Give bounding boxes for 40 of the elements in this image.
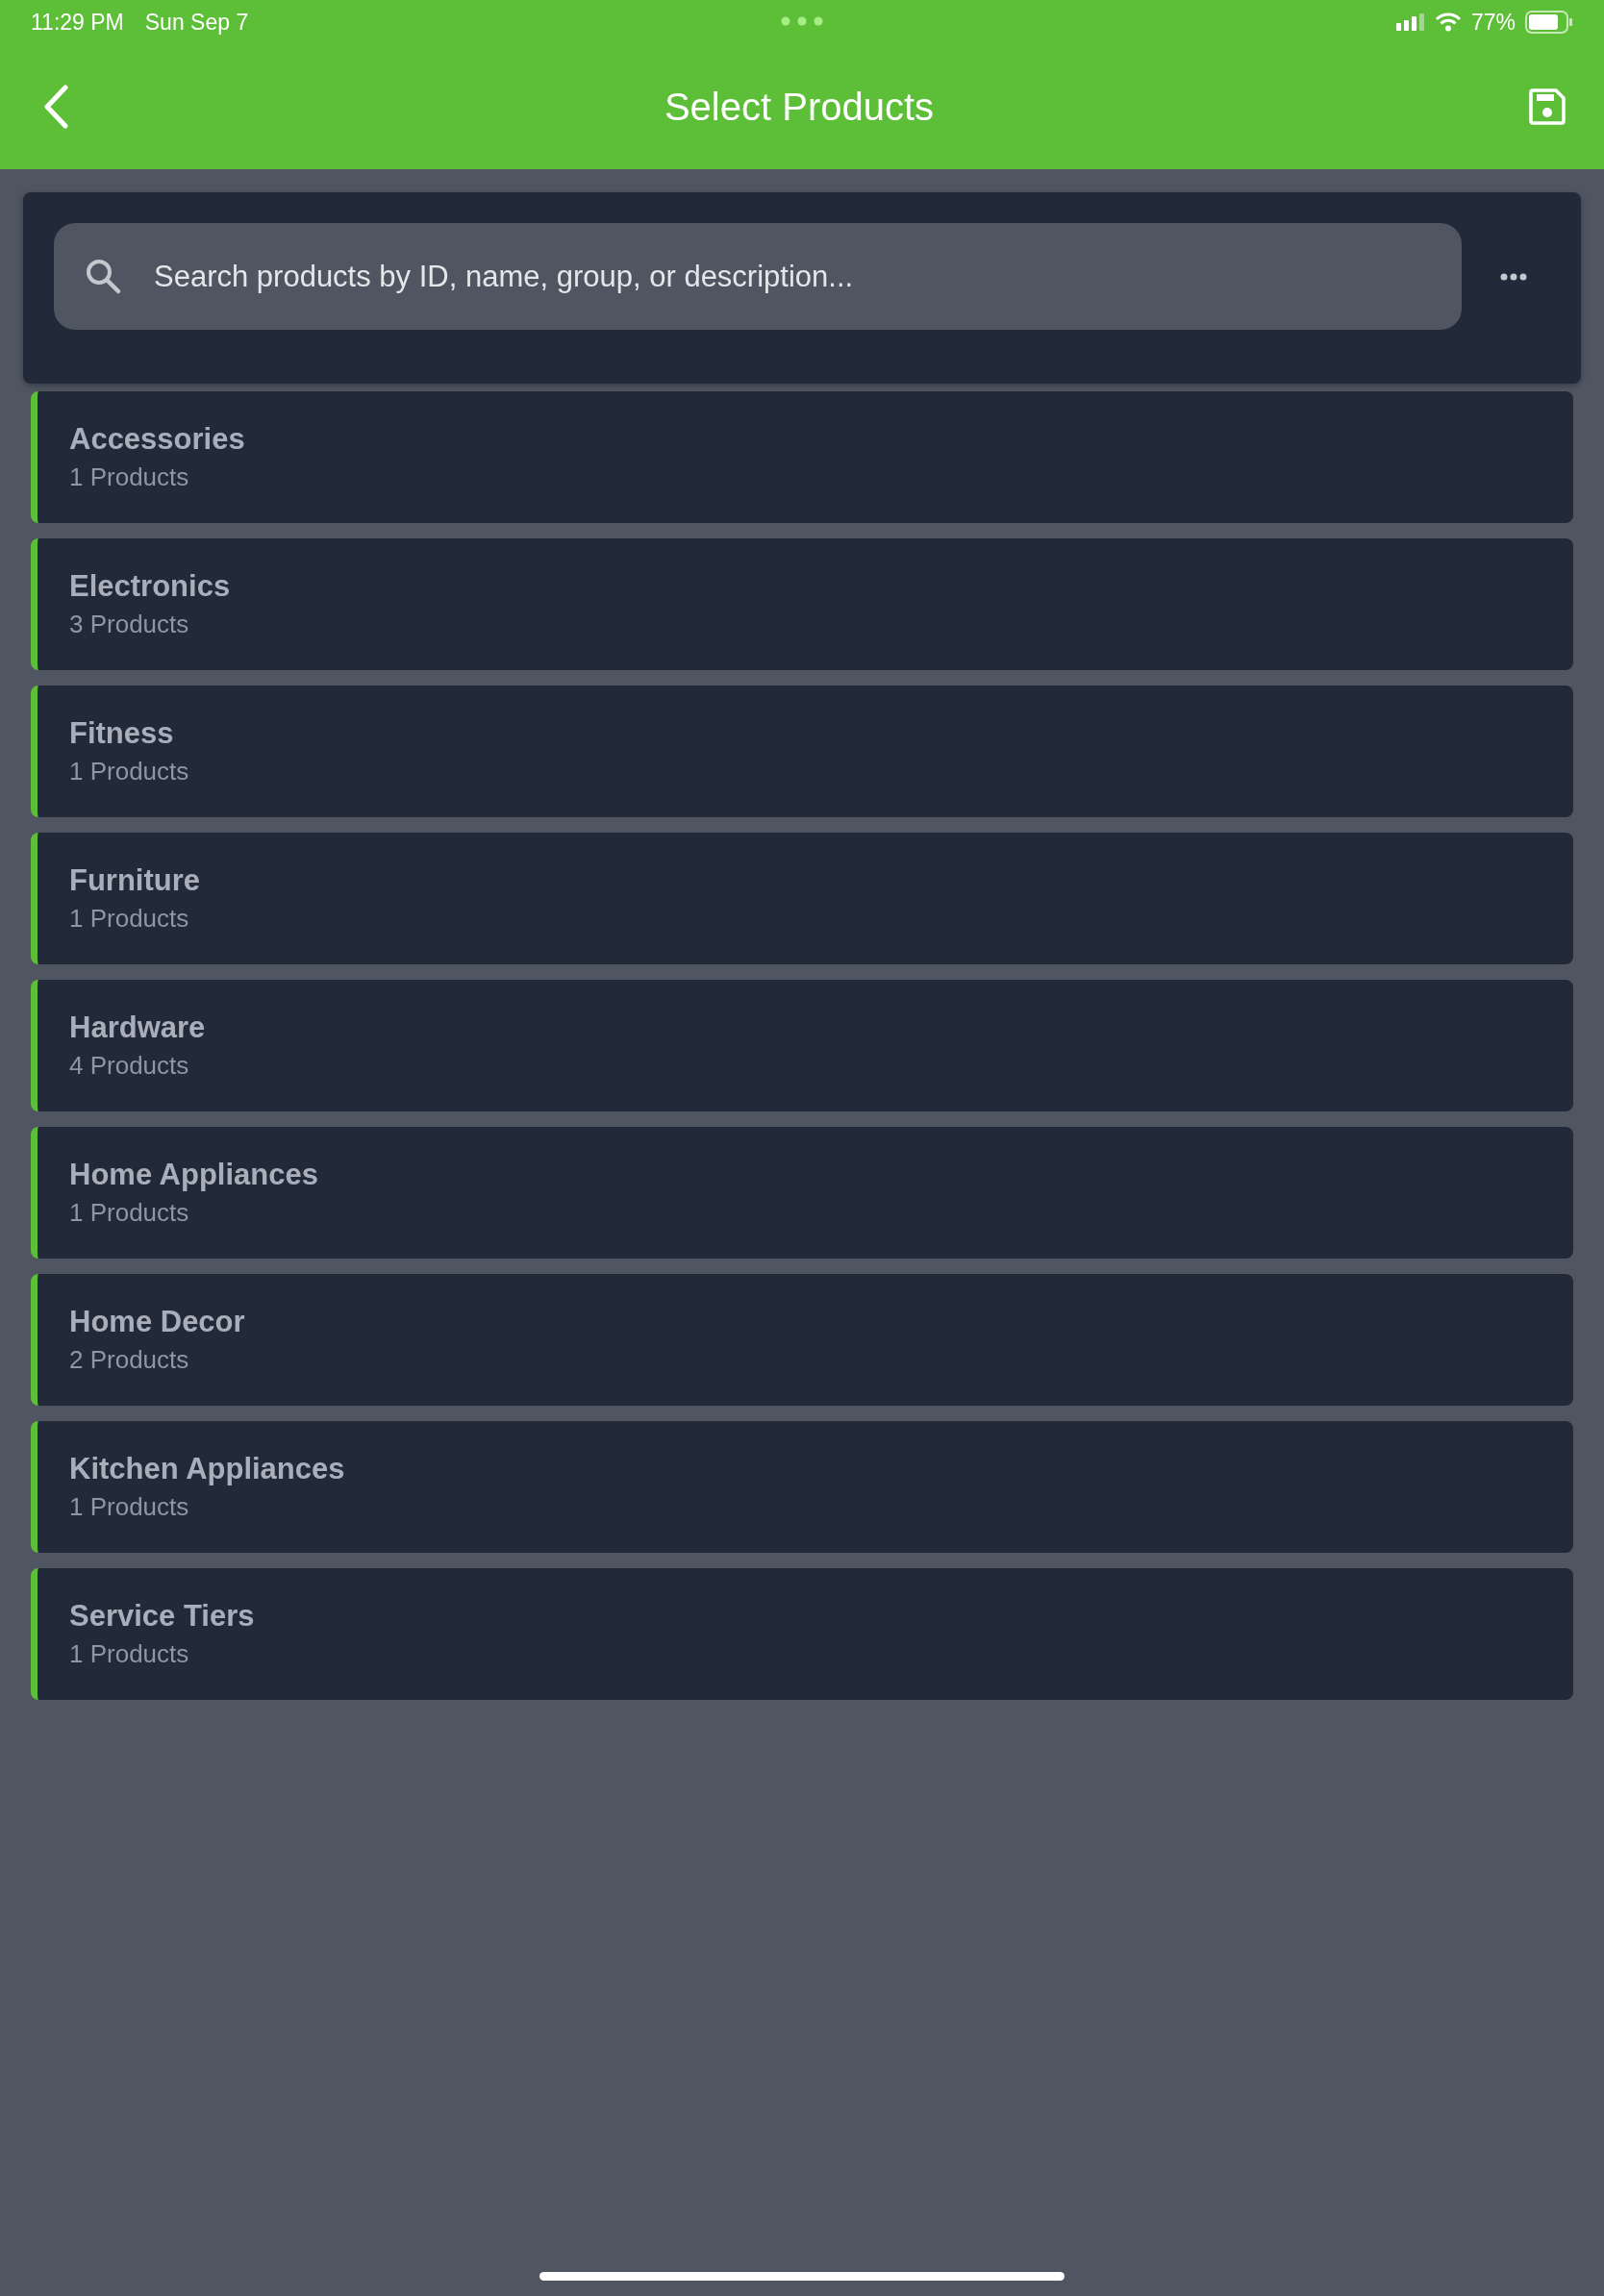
product-group-card[interactable]: Kitchen Appliances 1 Products bbox=[31, 1421, 1573, 1553]
product-count: 4 Products bbox=[69, 1051, 190, 1081]
product-count: 1 Products bbox=[69, 1198, 190, 1228]
battery-icon bbox=[1525, 11, 1573, 34]
product-count: 1 Products bbox=[69, 1492, 190, 1522]
product-count: 1 Products bbox=[69, 904, 190, 934]
status-time: 11:29 PM bbox=[31, 9, 124, 36]
group-name: Fitness bbox=[69, 716, 175, 751]
group-name: Home Appliances bbox=[69, 1158, 319, 1192]
search-field[interactable]: Search products by ID, name, group, or description... bbox=[54, 223, 1462, 330]
product-count: 2 Products bbox=[69, 1345, 190, 1375]
battery-percentage: 77% bbox=[1470, 9, 1516, 36]
product-group-card[interactable]: Accessories 1 Products bbox=[31, 391, 1573, 523]
multitasking-dots-icon[interactable] bbox=[781, 16, 823, 26]
group-name: Service Tiers bbox=[69, 1599, 256, 1634]
group-name: Home Decor bbox=[69, 1305, 246, 1339]
product-count: 1 Products bbox=[69, 462, 190, 492]
product-group-card[interactable]: Service Tiers 1 Products bbox=[31, 1568, 1573, 1700]
product-count: 1 Products bbox=[69, 1639, 190, 1669]
product-group-card[interactable]: Fitness 1 Products bbox=[31, 686, 1573, 817]
wifi-icon bbox=[1434, 12, 1462, 32]
group-name: Furniture bbox=[69, 863, 202, 898]
signal-icon bbox=[1395, 13, 1425, 31]
group-name: Accessories bbox=[69, 422, 246, 457]
product-group-card[interactable]: Home Appliances 1 Products bbox=[31, 1127, 1573, 1259]
product-count: 1 Products bbox=[69, 757, 190, 786]
save-button[interactable] bbox=[1529, 88, 1566, 125]
more-options-button[interactable] bbox=[1500, 272, 1527, 281]
search-icon bbox=[85, 258, 121, 294]
product-group-card[interactable]: Electronics 3 Products bbox=[31, 538, 1573, 670]
back-button[interactable] bbox=[42, 85, 69, 129]
group-name: Electronics bbox=[69, 569, 232, 604]
product-group-card[interactable]: Home Decor 2 Products bbox=[31, 1274, 1573, 1406]
status-date: Sun Sep 7 bbox=[144, 9, 249, 36]
product-count: 3 Products bbox=[69, 610, 190, 639]
product-group-card[interactable]: Furniture 1 Products bbox=[31, 833, 1573, 964]
product-group-card[interactable]: Hardware 4 Products bbox=[31, 980, 1573, 1111]
group-name: Kitchen Appliances bbox=[69, 1452, 346, 1486]
group-name: Hardware bbox=[69, 1011, 207, 1045]
page-title: Select Products bbox=[664, 85, 935, 129]
